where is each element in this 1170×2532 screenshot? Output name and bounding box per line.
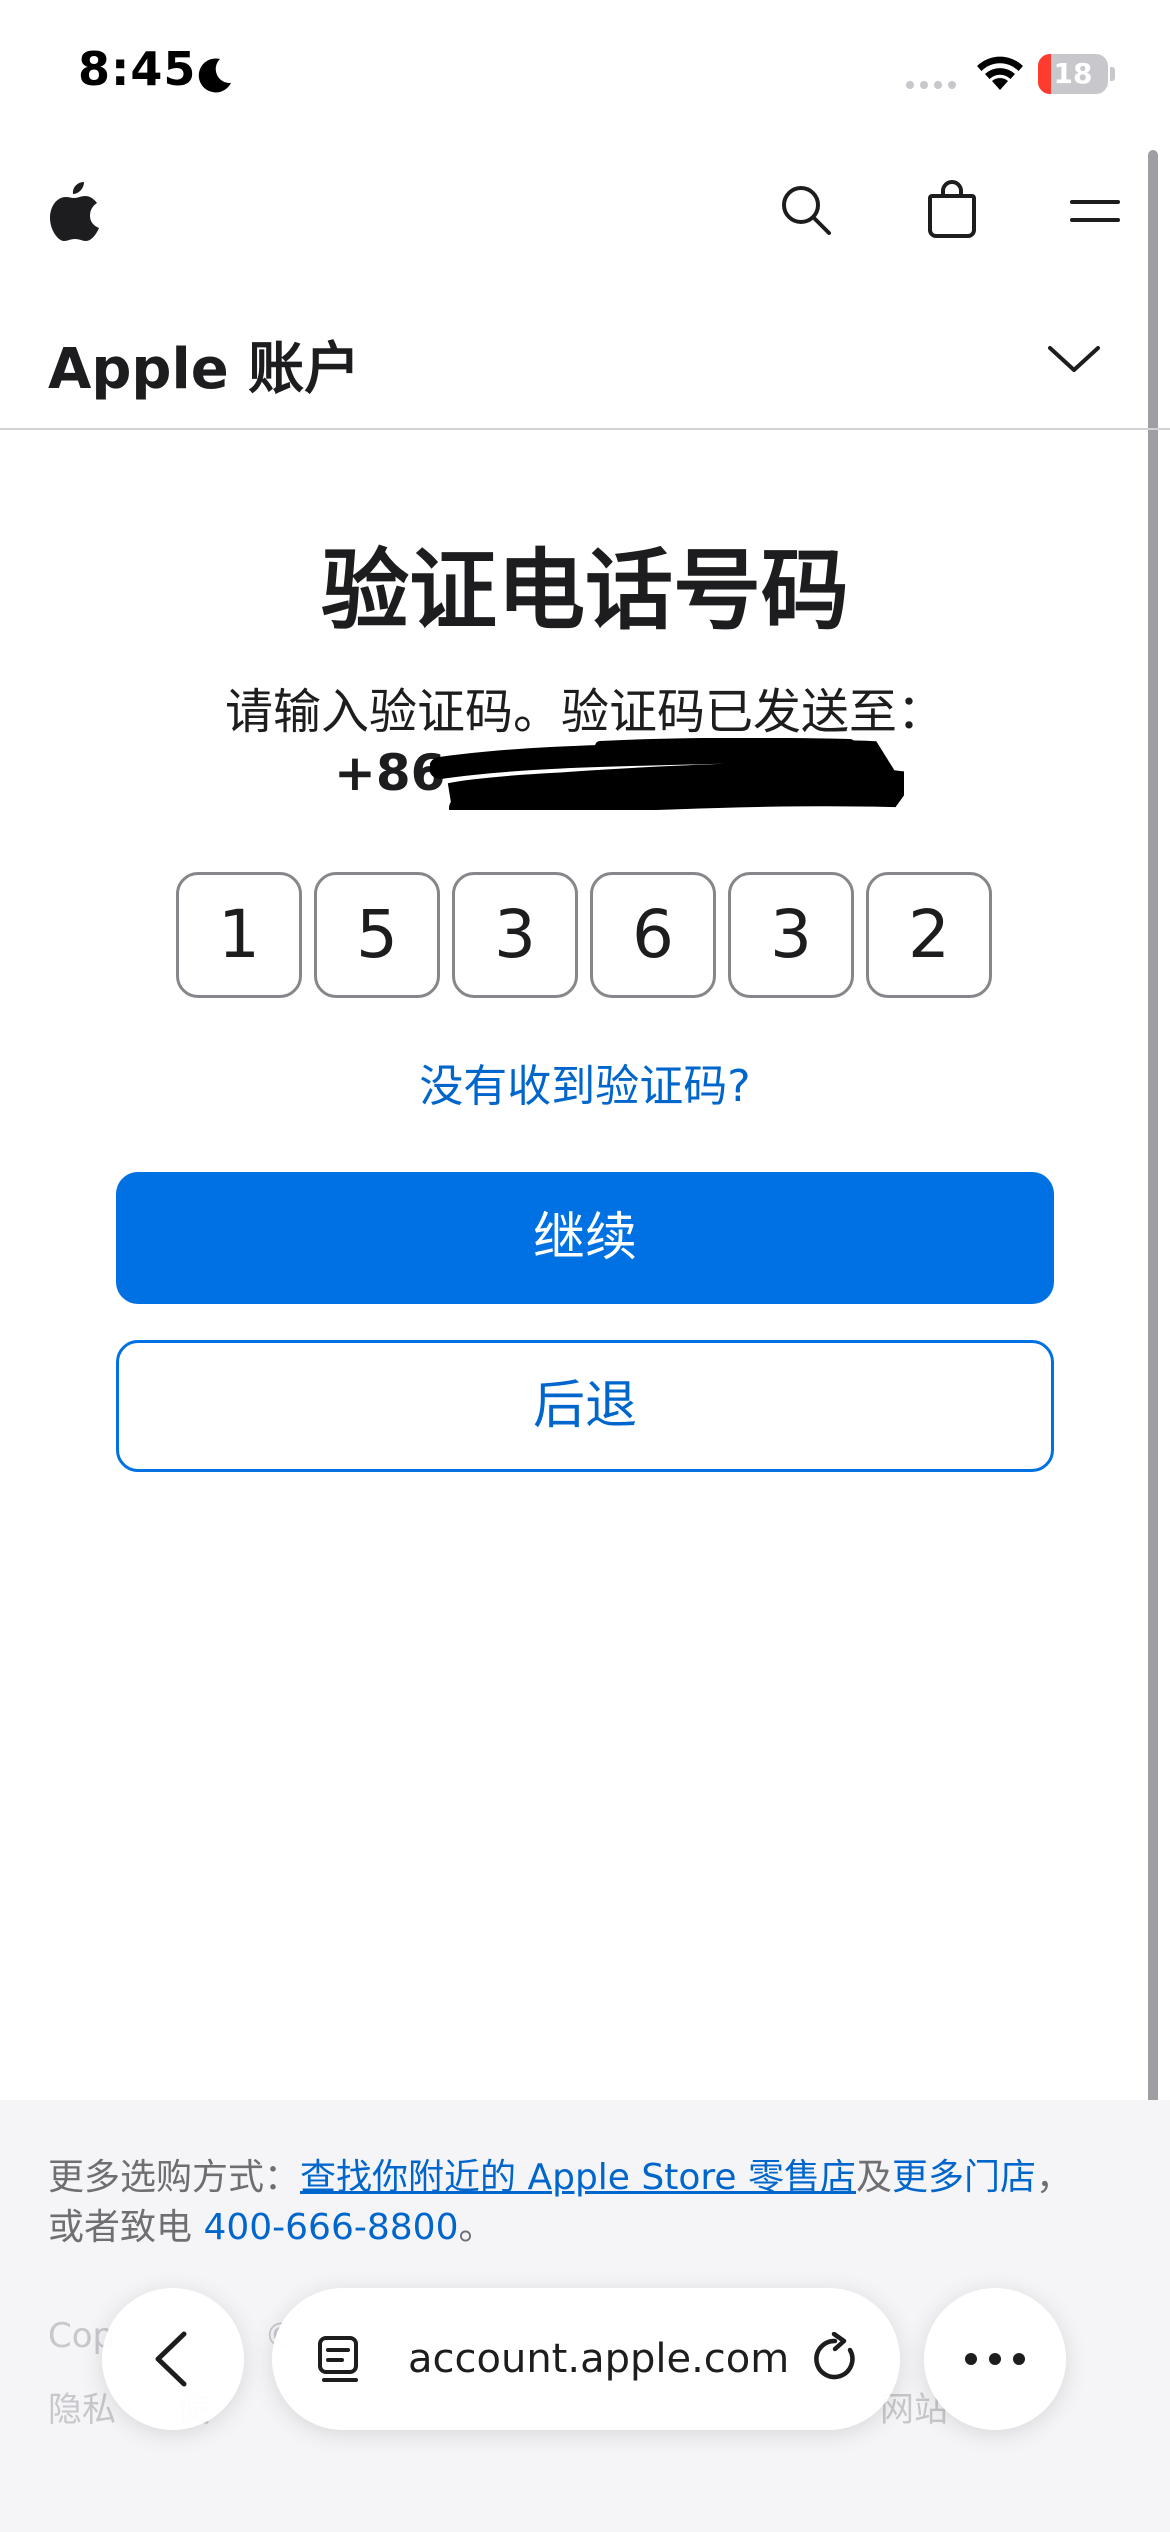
- back-chevron-icon: [155, 2331, 187, 2387]
- moon-icon: [198, 58, 231, 93]
- footer-shop-line: 更多选购方式：查找你附近的 Apple Store 零售店及更多门店，: [48, 2148, 1072, 2200]
- instruction-text: 请输入验证码。验证码已发送至：: [224, 684, 945, 740]
- chevron-down-icon[interactable]: [1046, 342, 1102, 376]
- footer-and-text: 及: [855, 2157, 892, 2198]
- code-digit-4[interactable]: 6: [590, 872, 716, 998]
- url-text[interactable]: account.apple.com: [408, 2288, 789, 2430]
- address-bar[interactable]: account.apple.com: [272, 2288, 900, 2430]
- signal-icon: [906, 81, 956, 89]
- footer-or-call-text: 或者致电: [48, 2207, 204, 2248]
- footer-more-ways-text: 更多选购方式：: [48, 2157, 301, 2198]
- menu-icon[interactable]: [1070, 194, 1120, 228]
- reload-icon[interactable]: [808, 2332, 862, 2386]
- privacy-link[interactable]: 隐私: [48, 2390, 116, 2430]
- global-nav: [0, 150, 1170, 270]
- phone-prefix: +86: [334, 744, 446, 802]
- code-digit-3[interactable]: 3: [452, 872, 578, 998]
- shopping-bag-icon[interactable]: [924, 178, 980, 238]
- code-digit-1[interactable]: 1: [176, 872, 302, 998]
- footer-period: 。: [458, 2207, 495, 2248]
- footer-comma: ，: [1036, 2157, 1073, 2198]
- tabs-icon[interactable]: [314, 2334, 364, 2384]
- battery-icon: 18: [1038, 54, 1116, 94]
- code-digit-6[interactable]: 2: [866, 872, 992, 998]
- local-nav-title[interactable]: Apple 账户: [48, 324, 360, 405]
- scrollbar[interactable]: [1148, 150, 1158, 2160]
- continue-button[interactable]: 继续: [116, 1172, 1054, 1304]
- more-stores-link[interactable]: 更多门店: [892, 2157, 1036, 2198]
- battery-level: 18: [1053, 57, 1093, 90]
- local-nav: Apple 账户: [0, 300, 1170, 430]
- status-bar: 8:45 18: [0, 0, 1170, 140]
- apple-logo-icon[interactable]: [46, 178, 102, 242]
- code-digit-2[interactable]: 5: [314, 872, 440, 998]
- browser-more-button[interactable]: [924, 2288, 1066, 2430]
- browser-back-button[interactable]: [102, 2288, 244, 2430]
- code-digit-5[interactable]: 3: [728, 872, 854, 998]
- redacted-phone-scribble: [430, 738, 904, 810]
- page-title: 验证电话号码: [320, 539, 849, 642]
- back-button[interactable]: 后退: [116, 1340, 1054, 1472]
- footer-call-line: 或者致电 400-666-8800。: [48, 2198, 495, 2250]
- verification-code-input: 1 5 3 6 3 2: [176, 872, 996, 998]
- search-icon[interactable]: [778, 182, 834, 238]
- more-icon: [965, 2353, 1025, 2365]
- store-locator-link[interactable]: 查找你附近的 Apple Store 零售店: [300, 2157, 856, 2198]
- wifi-icon: [977, 56, 1023, 90]
- phone-link[interactable]: 400-666-8800: [203, 2207, 458, 2248]
- status-time: 8:45: [78, 42, 197, 96]
- resend-code-link[interactable]: 没有收到验证码?: [0, 1050, 1170, 1114]
